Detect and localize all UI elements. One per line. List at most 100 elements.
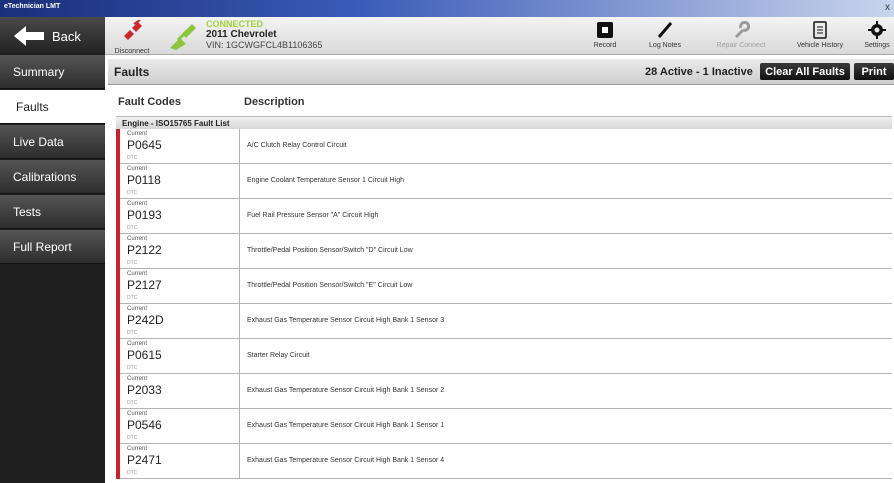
fault-code: P0546 xyxy=(127,418,162,432)
fault-row[interactable]: Current P0118 DTC Engine Coolant Temperatur… xyxy=(116,164,892,199)
fault-row[interactable]: Current P242D DTC Exhaust Gas Temperature S… xyxy=(116,304,892,339)
record-label: Record xyxy=(593,42,617,49)
fault-code-cell: Current P2471 DTC xyxy=(120,444,240,479)
vehicle-history-button[interactable]: Vehicle History xyxy=(790,17,850,55)
back-label: Back xyxy=(52,28,81,44)
fault-row[interactable]: Current P2033 DTC Exhaust Gas Temperature S… xyxy=(116,374,892,409)
top-toolbar: Back Disconnect CONNECTED 2011 Chevrolet… xyxy=(0,17,894,55)
fault-description: Exhaust Gas Temperature Sensor Circuit H… xyxy=(247,457,445,464)
fault-code: P2127 xyxy=(127,278,162,292)
fault-code: P2033 xyxy=(127,383,162,397)
gear-icon xyxy=(868,21,886,39)
fault-description: Throttle/Pedal Position Sensor/Switch "E… xyxy=(247,282,413,289)
fault-description: Exhaust Gas Temperature Sensor Circuit H… xyxy=(247,387,445,394)
close-window-button[interactable]: x xyxy=(885,2,890,13)
fault-description: Throttle/Pedal Position Sensor/Switch "D… xyxy=(247,247,413,254)
back-arrow-icon xyxy=(14,26,44,46)
fault-code: P0645 xyxy=(127,138,162,152)
fault-table-header: Fault Codes Description xyxy=(108,90,894,114)
settings-label: Settings xyxy=(864,42,890,49)
fault-description: Fuel Rail Pressure Sensor "A" Circuit Hi… xyxy=(247,212,379,219)
fault-row[interactable]: Current P2122 DTC Throttle/Pedal Position S… xyxy=(116,234,892,269)
fault-code-cell: Current P2033 DTC xyxy=(120,374,240,409)
fault-type: DTC xyxy=(127,435,138,441)
repair-connect-button[interactable]: Repair Connect xyxy=(712,17,770,55)
vehicle-history-label: Vehicle History xyxy=(796,42,844,49)
fault-code-cell: Current P2127 DTC xyxy=(120,269,240,304)
fault-status: Current xyxy=(127,411,148,417)
fault-description: Engine Coolant Temperature Sensor 1 Circ… xyxy=(247,177,405,184)
fault-type: DTC xyxy=(127,190,138,196)
fault-type: DTC xyxy=(127,295,138,301)
fault-code: P2122 xyxy=(127,243,162,257)
fault-status: Current xyxy=(127,201,148,207)
fault-row[interactable]: Current P0193 DTC Fuel Rail Pressure Sensor… xyxy=(116,199,892,234)
fault-status: Current xyxy=(127,236,148,242)
fault-list: Current P0645 DTC A/C Clutch Relay Control … xyxy=(116,129,892,483)
fault-status: Current xyxy=(127,271,148,277)
fault-code-cell: Current P0546 DTC xyxy=(120,409,240,444)
fault-code: P0615 xyxy=(127,348,162,362)
fault-type: DTC xyxy=(127,225,138,231)
fault-type: DTC xyxy=(127,365,138,371)
settings-button[interactable]: Settings xyxy=(860,17,894,55)
record-icon xyxy=(597,22,613,38)
sidebar-item-tests[interactable]: Tests xyxy=(0,195,105,229)
fault-type: DTC xyxy=(127,330,138,336)
fault-type: DTC xyxy=(127,400,138,406)
connection-status: CONNECTED xyxy=(206,19,264,29)
fault-row[interactable]: Current P0645 DTC A/C Clutch Relay Control … xyxy=(116,129,892,164)
sidebar-item-faults[interactable]: Faults xyxy=(0,90,105,124)
vehicle-info: CONNECTED 2011 Chevrolet VIN: 1GCWGFCL4B… xyxy=(206,19,322,51)
fault-code-cell: Current P242D DTC xyxy=(120,304,240,339)
fault-counts: 28 Active - 1 Inactive xyxy=(645,66,753,78)
faults-header-bar: Faults 28 Active - 1 Inactive Clear All … xyxy=(108,59,894,85)
sidebar-item-calibrations[interactable]: Calibrations xyxy=(0,160,105,194)
record-button[interactable]: Record xyxy=(585,17,625,55)
clear-all-faults-button[interactable]: Clear All Faults xyxy=(760,63,850,80)
log-notes-label: Log Notes xyxy=(649,42,681,49)
document-icon xyxy=(813,21,827,39)
connected-plug-icon xyxy=(170,24,196,50)
fault-code-cell: Current P0615 DTC xyxy=(120,339,240,374)
fault-row[interactable]: Current P2471 DTC Exhaust Gas Temperature S… xyxy=(116,444,892,479)
wrench-icon xyxy=(734,21,750,39)
vehicle-model: 2011 Chevrolet xyxy=(206,29,277,40)
fault-row[interactable]: Current P0546 DTC Exhaust Gas Temperature S… xyxy=(116,409,892,444)
window-title: eTechnician LMT xyxy=(4,3,61,10)
fault-description: Starter Relay Circuit xyxy=(247,352,310,359)
fault-code: P242D xyxy=(127,313,164,327)
window-title-bar: eTechnician LMT x xyxy=(0,0,894,17)
fault-description: A/C Clutch Relay Control Circuit xyxy=(247,142,347,149)
disconnect-label: Disconnect xyxy=(114,48,150,55)
disconnect-button[interactable]: Disconnect xyxy=(108,17,156,55)
fault-code-cell: Current P0118 DTC xyxy=(120,164,240,199)
fault-description: Exhaust Gas Temperature Sensor Circuit H… xyxy=(247,422,445,429)
repair-connect-label: Repair Connect xyxy=(716,42,766,49)
fault-row[interactable]: Current P2127 DTC Throttle/Pedal Position S… xyxy=(116,269,892,304)
sidebar-item-full-report[interactable]: Full Report xyxy=(0,230,105,264)
fault-status: Current xyxy=(127,446,148,452)
pen-icon xyxy=(657,22,673,38)
fault-type: DTC xyxy=(127,155,138,161)
fault-code-cell: Current P2122 DTC xyxy=(120,234,240,269)
fault-type: DTC xyxy=(127,470,138,476)
back-button[interactable]: Back xyxy=(0,17,105,55)
fault-row[interactable]: Current P0615 DTC Starter Relay Circuit xyxy=(116,339,892,374)
fault-status: Current xyxy=(127,131,148,137)
log-notes-button[interactable]: Log Notes xyxy=(640,17,690,55)
column-header-description: Description xyxy=(244,96,305,108)
fault-type: DTC xyxy=(127,260,138,266)
disconnect-plug-icon xyxy=(124,20,142,40)
fault-code: P2471 xyxy=(127,453,162,467)
vehicle-vin: VIN: 1GCWGFCL4B1106365 xyxy=(206,40,323,50)
sidebar-item-live-data[interactable]: Live Data xyxy=(0,125,105,159)
fault-status: Current xyxy=(127,341,148,347)
fault-status: Current xyxy=(127,306,148,312)
fault-code: P0118 xyxy=(127,173,161,187)
print-button[interactable]: Print xyxy=(854,63,894,80)
sidebar-item-summary[interactable]: Summary xyxy=(0,55,105,89)
fault-code: P0193 xyxy=(127,208,162,222)
fault-description: Exhaust Gas Temperature Sensor Circuit H… xyxy=(247,317,445,324)
fault-group-header: Engine - ISO15765 Fault List xyxy=(116,116,892,129)
